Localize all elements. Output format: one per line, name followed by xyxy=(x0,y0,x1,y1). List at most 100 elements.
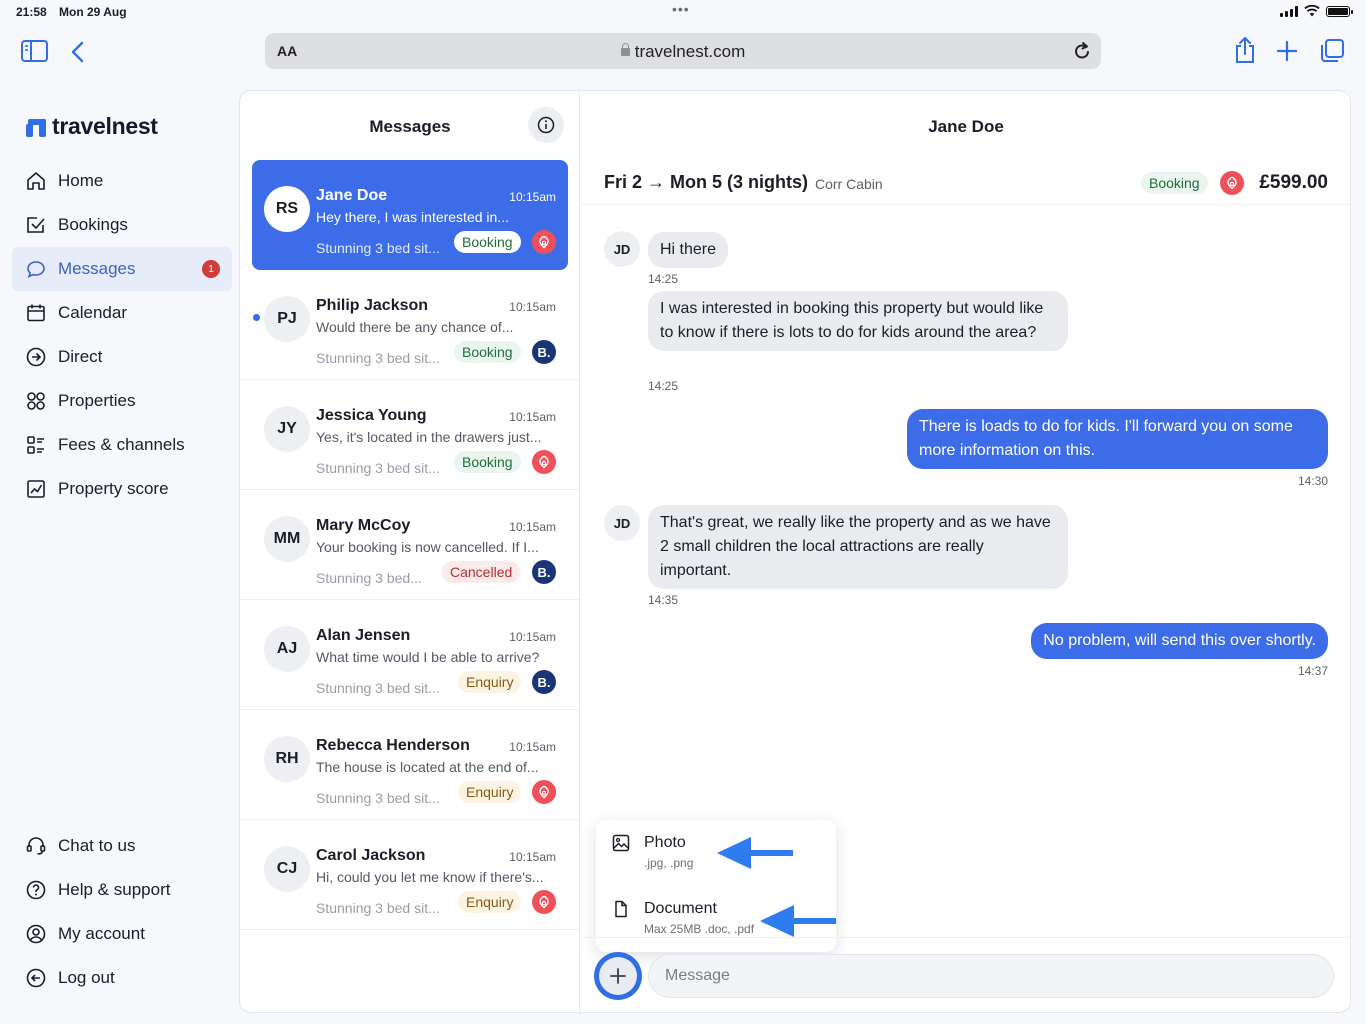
info-icon xyxy=(537,116,555,134)
nav-item-direct[interactable]: Direct xyxy=(12,335,232,379)
nav-label: Property score xyxy=(58,479,169,498)
conversation-time: 10:15am xyxy=(509,630,556,644)
status-badge: Booking xyxy=(454,451,521,473)
property-name: Stunning 3 bed sit... xyxy=(316,350,440,366)
message-bubble-incoming: That's great, we really like the propert… xyxy=(648,505,1068,589)
nav-item-fees-channels[interactable]: Fees & channels xyxy=(12,423,232,467)
status-badge: Enquiry xyxy=(458,891,522,913)
conversation-time: 10:15am xyxy=(509,190,556,204)
multitask-dots-icon[interactable]: ••• xyxy=(672,2,690,16)
nav-item-calendar[interactable]: Calendar xyxy=(12,291,232,335)
status-bar: 21:58 Mon 29 Aug ••• xyxy=(0,0,1366,24)
message-preview: Hey there, I was interested in... xyxy=(316,209,509,225)
attach-photo-hint: .jpg, .png xyxy=(644,856,694,870)
property-name: Stunning 3 bed... xyxy=(316,570,422,586)
conversation-item[interactable]: PJ Philip Jackson 10:15am Would there be an… xyxy=(240,270,579,380)
nav-item-home[interactable]: Home xyxy=(12,159,232,203)
conversation-item[interactable]: JY Jessica Young 10:15am Yes, it's located … xyxy=(240,380,579,490)
nav-label: Home xyxy=(58,171,104,190)
attach-document-hint: Max 25MB .doc, .pdf xyxy=(644,922,755,936)
help-icon xyxy=(26,880,46,900)
browser-toolbar: AA travelnest.com xyxy=(0,30,1366,74)
conversation-list-panel: Messages RS Jane Doe 10:15am Hey there, I w… xyxy=(240,91,580,1012)
nav-item-bookings[interactable]: Bookings xyxy=(12,203,232,247)
status-date: Mon 29 Aug xyxy=(59,5,127,19)
avatar: RH xyxy=(264,736,310,782)
contact-name: Philip Jackson xyxy=(316,297,429,314)
nav-item-chat-to-us[interactable]: Chat to us xyxy=(12,824,232,868)
nav-item-help-support[interactable]: Help & support xyxy=(12,868,232,912)
unread-badge: 1 xyxy=(202,260,220,278)
properties-icon xyxy=(26,391,46,411)
nav-label: Properties xyxy=(58,391,136,410)
fees-icon xyxy=(26,435,46,455)
conversation-item[interactable]: RS Jane Doe 10:15am Hey there, I was intere… xyxy=(252,160,568,270)
booking-com-icon: B. xyxy=(532,560,556,584)
message-time: 14:37 xyxy=(1297,664,1328,678)
booking-summary: Fri 2 → Mon 5 (3 nights) Corr Cabin Book… xyxy=(580,161,1350,205)
attach-button[interactable] xyxy=(594,952,642,1000)
bookings-icon xyxy=(26,215,46,235)
avatar: MM xyxy=(264,516,310,562)
app-name: travelnest xyxy=(52,113,158,139)
nav-item-messages[interactable]: Messages 1 xyxy=(12,247,232,291)
address-bar[interactable]: AA travelnest.com xyxy=(265,33,1101,69)
plus-icon xyxy=(610,968,626,984)
direct-icon xyxy=(26,347,46,367)
travelnest-logo[interactable]: travelnest xyxy=(26,113,158,140)
nav-item-my-account[interactable]: My account xyxy=(12,912,232,956)
back-icon[interactable] xyxy=(70,41,84,63)
annotation-arrow-icon xyxy=(760,905,836,937)
message-bubble-outgoing: No problem, will send this over shortly. xyxy=(1031,623,1328,659)
conversation-time: 10:15am xyxy=(509,520,556,534)
airbnb-icon xyxy=(532,780,556,804)
conversation-item[interactable]: RH Rebecca Henderson 10:15am The house is l… xyxy=(240,710,579,820)
nav-label: Calendar xyxy=(58,303,127,322)
airbnb-icon xyxy=(1220,171,1244,195)
share-icon[interactable] xyxy=(1234,37,1256,64)
nav-item-log-out[interactable]: Log out xyxy=(12,956,232,1000)
reload-icon[interactable] xyxy=(1073,41,1091,61)
message-preview: Yes, it's located in the drawers just... xyxy=(316,429,542,445)
new-tab-icon[interactable] xyxy=(1277,41,1297,61)
messages-icon xyxy=(26,259,46,279)
property-name: Stunning 3 bed sit... xyxy=(316,900,440,916)
tabs-icon[interactable] xyxy=(1320,39,1345,64)
airbnb-icon xyxy=(532,450,556,474)
conversation-item[interactable]: CJ Carol Jackson 10:15am Hi, could you let … xyxy=(240,820,579,930)
nav-item-properties[interactable]: Properties xyxy=(12,379,232,423)
sidebar-toggle-icon[interactable] xyxy=(21,40,48,62)
annotation-arrow-icon xyxy=(717,837,793,869)
info-button[interactable] xyxy=(528,107,564,143)
messages-card: Messages RS Jane Doe 10:15am Hey there, I w… xyxy=(239,90,1351,1013)
contact-name: Jane Doe xyxy=(316,187,388,204)
nav-label: Messages xyxy=(58,259,136,278)
booking-status-badge: Booking xyxy=(1141,172,1208,194)
message-input[interactable] xyxy=(648,954,1334,998)
battery-icon xyxy=(1326,5,1353,17)
conversation-item[interactable]: AJ Alan Jensen 10:15am What time would I be… xyxy=(240,600,579,710)
avatar: PJ xyxy=(264,296,310,342)
message-time: 14:30 xyxy=(1297,474,1328,488)
image-icon xyxy=(612,834,630,852)
chat-panel: Jane Doe Fri 2 → Mon 5 (3 nights) Corr C… xyxy=(580,91,1350,1012)
booking-com-icon: B. xyxy=(532,340,556,364)
message-preview: Your booking is now cancelled. If I... xyxy=(316,539,539,555)
headset-icon xyxy=(26,836,46,856)
status-badge: Booking xyxy=(454,231,521,253)
nav-label: Chat to us xyxy=(58,836,136,855)
chat-title: Jane Doe xyxy=(928,117,1004,136)
logout-icon xyxy=(26,968,46,988)
nav-item-property-score[interactable]: Property score xyxy=(12,467,232,511)
booking-com-icon: B. xyxy=(532,670,556,694)
message-preview: Hi, could you let me know if there's... xyxy=(316,869,544,885)
conversation-item[interactable]: MM Mary McCoy 10:15am Your booking is now c… xyxy=(240,490,579,600)
message-time: 14:35 xyxy=(648,593,679,607)
property-name: Stunning 3 bed sit... xyxy=(316,460,440,476)
contact-name: Mary McCoy xyxy=(316,517,411,534)
contact-name: Alan Jensen xyxy=(316,627,411,644)
booking-price: £599.00 xyxy=(1259,172,1328,193)
message-preview: Would there be any chance of... xyxy=(316,319,514,335)
status-badge: Enquiry xyxy=(458,781,522,803)
conversation-time: 10:15am xyxy=(509,850,556,864)
